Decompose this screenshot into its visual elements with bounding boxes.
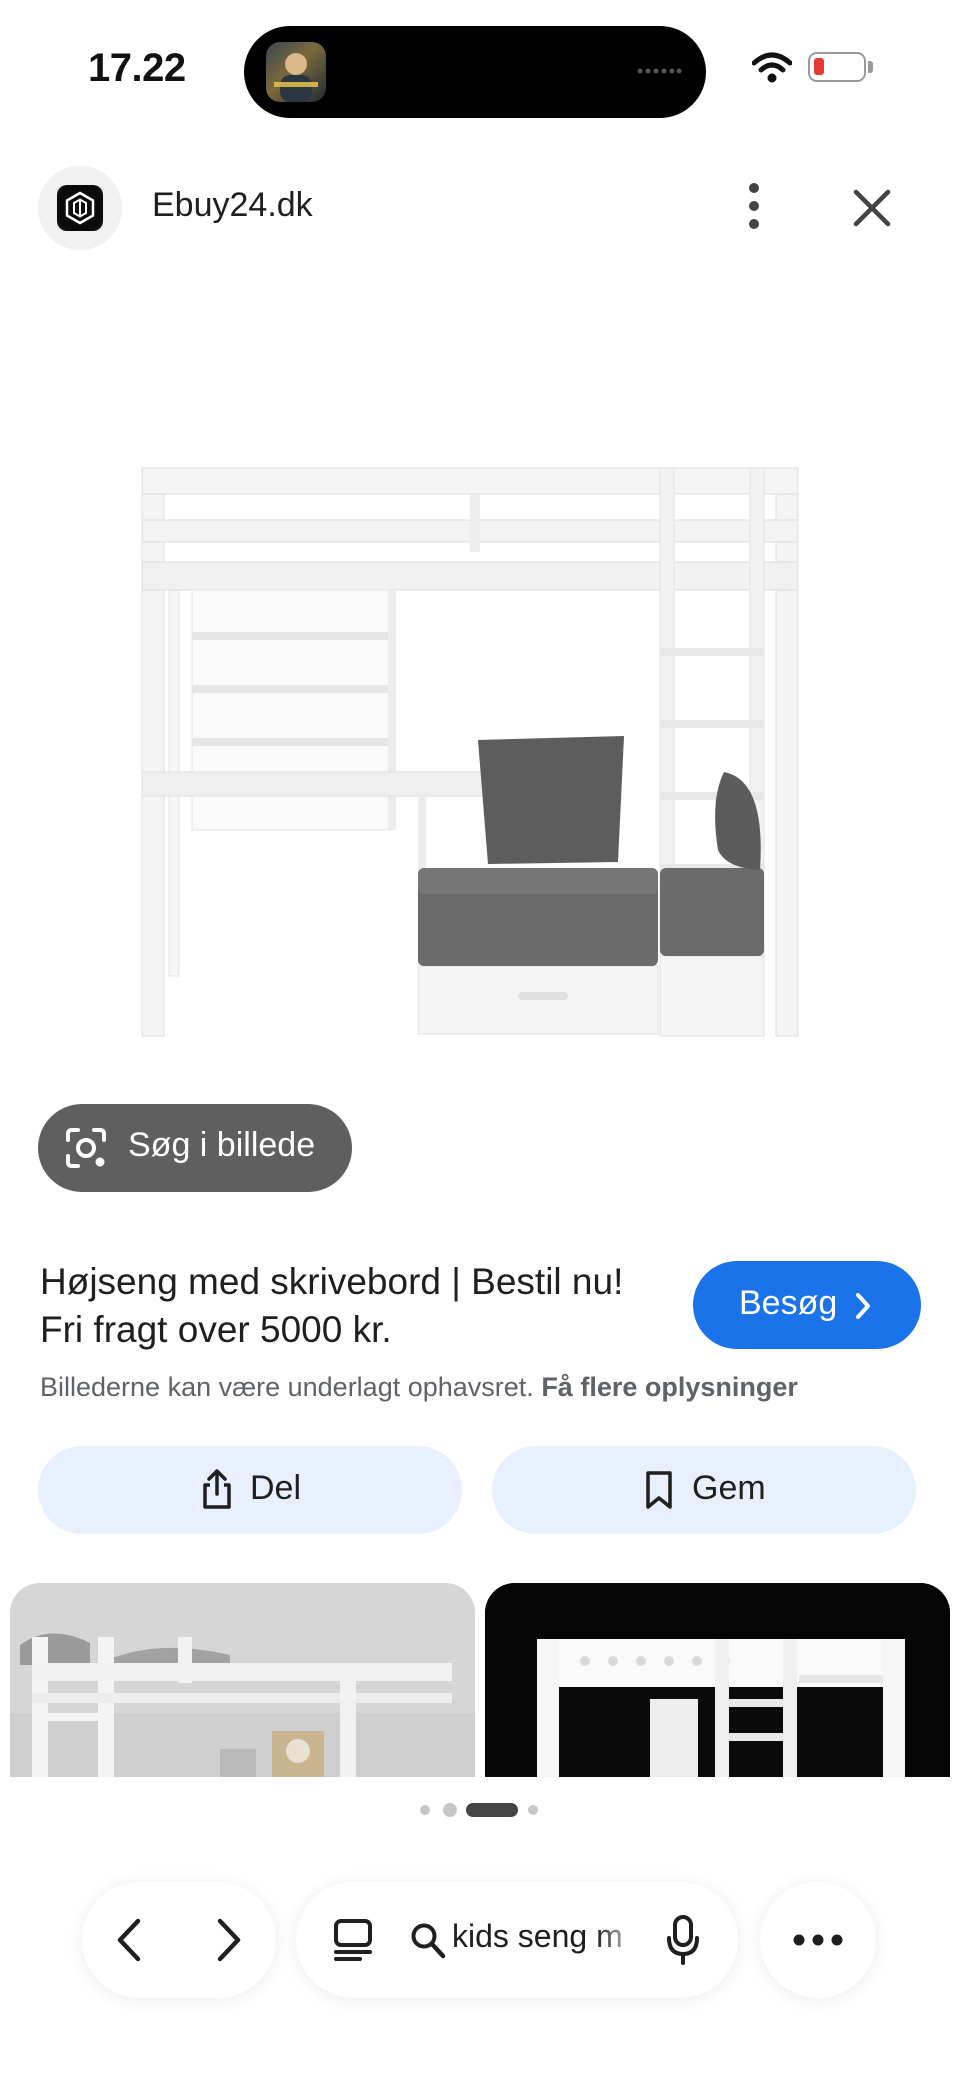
more-horiz-button[interactable]: [760, 1882, 876, 1998]
site-logo-icon[interactable]: [38, 166, 122, 250]
mic-icon[interactable]: [666, 1914, 700, 1966]
search-text-fade: [596, 1912, 642, 1966]
status-time: 17.22: [88, 46, 186, 90]
visit-label: Besøg: [739, 1284, 838, 1322]
chevron-right-icon: [856, 1293, 870, 1319]
learn-more-link[interactable]: Få flere oplysninger: [541, 1372, 798, 1402]
result-title[interactable]: Højseng med skrivebord | Bestil nu! Fri …: [40, 1258, 640, 1354]
bookmark-icon: [646, 1471, 672, 1509]
close-icon[interactable]: [844, 180, 900, 236]
visit-button[interactable]: Besøg: [693, 1261, 921, 1349]
copyright-notice: Billederne kan være underlagt ophavsret.…: [40, 1372, 798, 1403]
logo-glyph: [65, 191, 95, 225]
search-icon: [411, 1923, 446, 1959]
search-bar[interactable]: kids seng m: [296, 1882, 738, 1998]
pager-dot-2[interactable]: [443, 1803, 457, 1817]
pager-dot-1[interactable]: [420, 1805, 430, 1815]
now-playing-artwork[interactable]: [266, 42, 326, 102]
audio-activity-icon: [637, 68, 682, 74]
battery-icon: [808, 52, 866, 82]
copyright-text: Billederne kan være underlagt ophavsret.: [40, 1372, 534, 1402]
back-icon[interactable]: [110, 1916, 150, 1964]
search-in-image-button[interactable]: Søg i billede: [38, 1104, 352, 1192]
site-name[interactable]: Ebuy24.dk: [152, 186, 313, 225]
more-horiz-icon: [793, 1934, 843, 1946]
share-label: Del: [250, 1469, 302, 1507]
battery-level: [814, 58, 824, 75]
battery-cap: [868, 61, 873, 73]
navigation-group: [82, 1882, 276, 1998]
lens-icon: [66, 1128, 106, 1168]
product-image[interactable]: [126, 450, 826, 1050]
related-image-2-graphic: [485, 1583, 950, 1777]
save-button[interactable]: Gem: [492, 1446, 916, 1534]
related-image-1-graphic: [10, 1583, 475, 1777]
related-image-1[interactable]: [10, 1583, 475, 1777]
site-logo-mark: [57, 185, 103, 231]
pager-dot-active[interactable]: [466, 1803, 518, 1817]
search-in-image-label: Søg i billede: [128, 1126, 316, 1164]
related-image-2[interactable]: [485, 1583, 950, 1777]
save-label: Gem: [692, 1469, 766, 1507]
wifi-icon: [752, 52, 792, 83]
share-button[interactable]: Del: [38, 1446, 462, 1534]
forward-icon[interactable]: [208, 1916, 248, 1964]
share-icon: [203, 1469, 231, 1509]
artwork-graphic: [274, 53, 318, 102]
dynamic-island[interactable]: [244, 26, 706, 118]
more-vert-icon[interactable]: [736, 178, 772, 234]
tabs-icon[interactable]: [332, 1918, 374, 1962]
pager-dot-4[interactable]: [528, 1805, 538, 1815]
